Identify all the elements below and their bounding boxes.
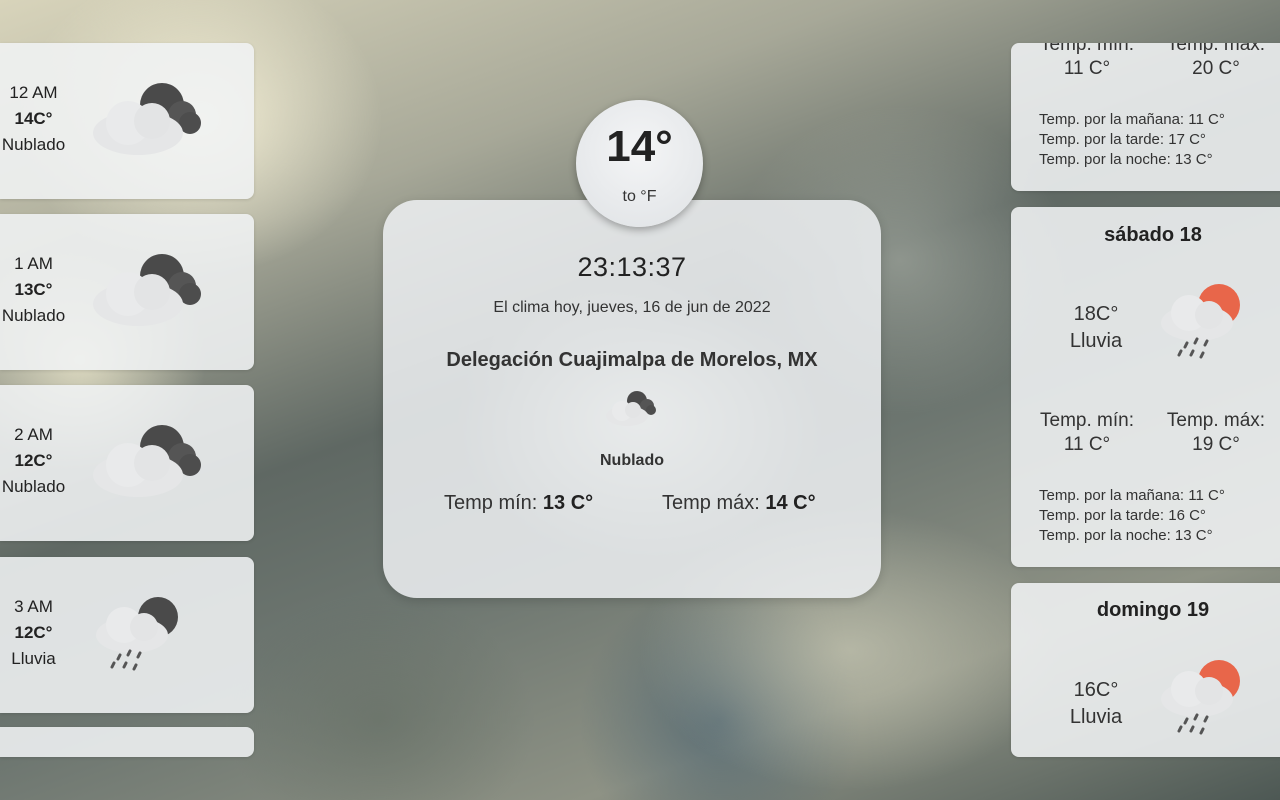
night-temp: Temp. por la noche: 13 C°	[1039, 527, 1213, 544]
unit-toggle-button[interactable]: 14° to °F	[576, 100, 703, 227]
rain-sun-icon	[1161, 284, 1240, 359]
hourly-card: 2 AM 12C° Nublado	[0, 385, 254, 541]
day-temps-by-period: Temp. por la mañana: 11 C° Temp. por la …	[1039, 486, 1225, 546]
afternoon-temp: Temp. por la tarde: 16 C°	[1039, 507, 1206, 524]
current-min-temp: Temp mín: 13 C°	[444, 492, 593, 515]
cloud-night-icon	[93, 254, 201, 326]
day-condition: Lluvia	[1069, 706, 1123, 728]
day-title: domingo 19	[1096, 599, 1210, 621]
afternoon-temp: Temp. por la tarde: 17 C°	[1039, 131, 1206, 148]
cloud-night-icon	[606, 391, 656, 426]
hourly-card: 1 AM 13C° Nublado	[0, 214, 254, 370]
daily-card: sábado 18 18C° Lluvia Temp. mín: 11 C° T…	[1011, 207, 1280, 567]
day-min: Temp. mín: 11 C°	[1028, 410, 1146, 456]
day-temp: 18C°	[1073, 303, 1119, 325]
max-value: 14 C°	[765, 492, 816, 514]
day-min-label: Temp. mín:	[1040, 410, 1134, 431]
day-max: Temp. máx: 19 C°	[1157, 410, 1275, 456]
min-label: Temp mín:	[444, 492, 538, 514]
current-temp: 14°	[606, 122, 673, 171]
clock: 23:13:37	[577, 252, 687, 282]
max-label: Temp máx:	[662, 492, 760, 514]
hour-condition: Nublado	[1, 306, 66, 325]
min-value: 13 C°	[542, 492, 594, 514]
day-summary: 16C° Lluvia	[1041, 679, 1151, 729]
cloud-night-icon	[93, 425, 201, 497]
current-max-temp: Temp máx: 14 C°	[662, 492, 816, 515]
hourly-card: 3 AM 12C° Lluvia	[0, 557, 254, 713]
current-condition: Nublado	[600, 452, 664, 469]
day-title: sábado 18	[1104, 224, 1202, 246]
hour-temp: 14C°	[14, 109, 53, 128]
day-min-value: 11 C°	[1063, 58, 1111, 79]
hour-temp: 12C°	[14, 451, 53, 470]
current-date: El clima hoy, jueves, 16 de jun de 2022	[493, 299, 771, 316]
hour-condition: Nublado	[1, 135, 66, 154]
hour-time: 12 AM	[9, 83, 58, 102]
hour-time: 2 AM	[14, 425, 53, 444]
hour-temp: 13C°	[14, 280, 53, 299]
hour-time: 1 AM	[14, 254, 53, 273]
rain-sun-icon	[1161, 660, 1240, 735]
daily-card: Temp. mín: 11 C° Temp. máx: 20 C° Temp. …	[1011, 43, 1280, 191]
current-weather-card: 23:13:37 El clima hoy, jueves, 16 de jun…	[383, 200, 881, 598]
day-condition: Lluvia	[1069, 330, 1123, 352]
hour-temp: 12C°	[14, 623, 53, 642]
daily-card: domingo 19 16C° Lluvia	[1011, 583, 1280, 757]
day-min: Temp. mín: 11 C°	[1028, 43, 1146, 80]
location-title: Delegación Cuajimalpa de Morelos, MX	[446, 349, 818, 371]
morning-temp: Temp. por la mañana: 11 C°	[1039, 487, 1225, 504]
cloud-night-icon	[93, 83, 201, 155]
unit-toggle-label: to °F	[622, 188, 657, 205]
day-min-value: 11 C°	[1063, 434, 1111, 455]
day-temps-by-period: Temp. por la mañana: 11 C° Temp. por la …	[1039, 110, 1225, 170]
day-max-value: 19 C°	[1192, 434, 1240, 455]
day-max-value: 20 C°	[1192, 58, 1240, 79]
day-max-label: Temp. máx:	[1166, 43, 1266, 55]
morning-temp: Temp. por la mañana: 11 C°	[1039, 111, 1225, 128]
hourly-card: 12 AM 14C° Nublado	[0, 43, 254, 199]
night-temp: Temp. por la noche: 13 C°	[1039, 151, 1213, 168]
hour-time: 3 AM	[14, 597, 53, 616]
day-max-label: Temp. máx:	[1166, 410, 1266, 431]
day-min-label: Temp. mín:	[1040, 43, 1134, 55]
day-summary: 18C° Lluvia	[1041, 303, 1151, 353]
hourly-card	[0, 727, 254, 757]
day-max: Temp. máx: 20 C°	[1157, 43, 1275, 80]
day-temp: 16C°	[1073, 679, 1119, 701]
hour-condition: Lluvia	[11, 649, 56, 668]
hour-condition: Nublado	[1, 477, 66, 496]
rain-night-icon	[96, 597, 178, 671]
